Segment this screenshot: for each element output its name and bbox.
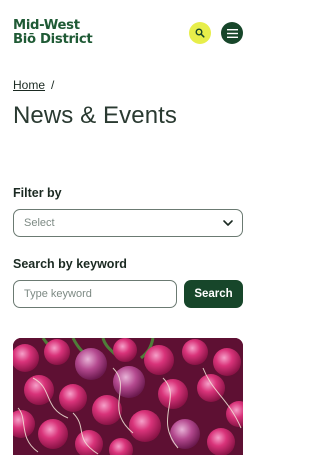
filter-select[interactable]: Select (13, 209, 243, 237)
chevron-down-icon (223, 220, 233, 226)
search-icon (195, 28, 205, 38)
filter-label: Filter by (13, 186, 62, 200)
site-logo[interactable]: Mid-West Biō District (13, 19, 109, 47)
news-card-image[interactable] (13, 338, 243, 455)
breadcrumb-home-link[interactable]: Home (13, 78, 45, 92)
filter-select-value: Select (24, 217, 55, 229)
keyword-search-button[interactable]: Search (184, 280, 243, 308)
keyword-input[interactable] (13, 280, 177, 308)
logo-line-2: Biō District (13, 32, 93, 47)
logo-line-1: Mid-West (13, 18, 80, 33)
site-header: Mid-West Biō District (0, 0, 256, 64)
breadcrumb-separator: / (51, 78, 55, 92)
page-title: News & Events (13, 102, 178, 129)
search-button[interactable] (189, 22, 211, 44)
radishes-photo (13, 338, 243, 455)
keyword-label: Search by keyword (13, 257, 127, 271)
menu-button[interactable] (221, 22, 243, 44)
hamburger-menu-icon (226, 28, 238, 38)
breadcrumb: Home / (13, 78, 54, 92)
